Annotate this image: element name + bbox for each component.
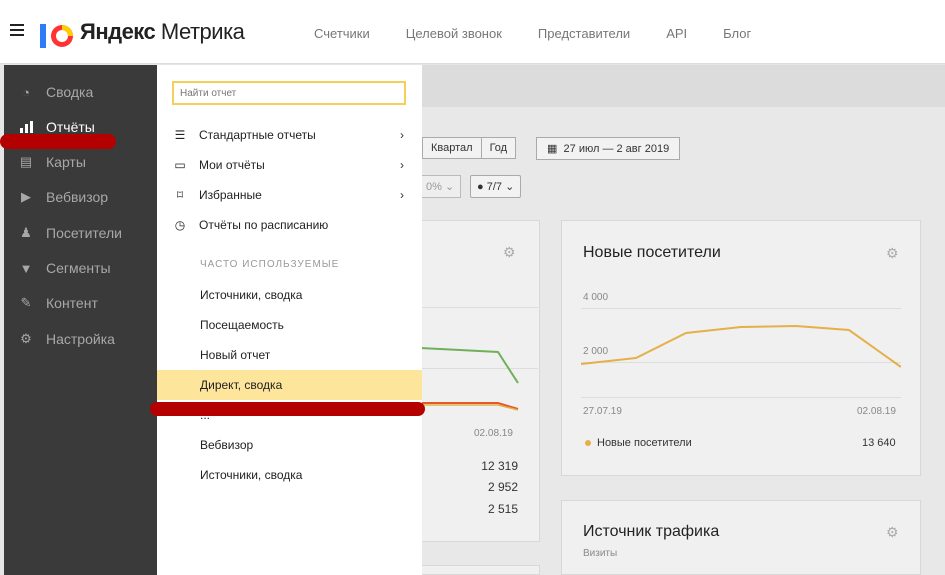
- map-icon: ▤: [19, 154, 33, 169]
- brand-title[interactable]: Яндекс Метрика: [80, 19, 245, 45]
- card-settings-gear-icon[interactable]: ⚙: [503, 245, 517, 259]
- list-icon: ☰: [174, 128, 186, 142]
- sidebar-item-settings[interactable]: ⚙ Настройка: [4, 326, 157, 352]
- sidebar-item-segments[interactable]: ▼ Сегменты: [4, 255, 157, 281]
- report-search-input[interactable]: [172, 81, 406, 105]
- nav-blog[interactable]: Блог: [723, 26, 751, 41]
- date-range-button[interactable]: ▦ 27 июл — 2 авг 2019: [536, 137, 681, 160]
- sidebar-item-visitors[interactable]: ♟ Посетители: [4, 220, 157, 246]
- frequent-item[interactable]: Источники, сводка: [157, 460, 422, 490]
- card-settings-gear-icon[interactable]: ⚙: [886, 525, 900, 539]
- gear-icon: ⚙: [20, 331, 32, 346]
- chevron-right-icon: ›: [400, 188, 404, 202]
- annotation-underline: [150, 402, 425, 416]
- chat-bubble-icon: ●: [477, 181, 484, 193]
- frequent-section-header: ЧАСТО ИСПОЛЬЗУЕМЫЕ: [200, 259, 340, 270]
- bar-chart-icon: [18, 119, 34, 135]
- card1-value: 2 952: [487, 480, 518, 494]
- legend-dot: [585, 440, 591, 446]
- top-bar: Яндекс Метрика Счетчики Целевой звонок П…: [0, 0, 945, 64]
- legend-label: Новые посетители: [597, 437, 692, 449]
- nav-call-target[interactable]: Целевой звонок: [406, 26, 502, 41]
- sidebar-item-summary[interactable]: ◔ Сводка: [4, 79, 157, 105]
- frequent-item[interactable]: Посещаемость: [157, 310, 422, 340]
- card1-date-label: 02.08.19: [474, 428, 513, 439]
- clock-icon: ◷: [174, 218, 186, 232]
- calendar-icon: ▦: [547, 143, 558, 155]
- menu-standard-reports[interactable]: ☰ Стандартные отчеты ›: [157, 120, 422, 150]
- sidebar-item-content[interactable]: ✎ Контент: [4, 290, 157, 316]
- new-visitors-line-chart: [581, 324, 901, 368]
- annotation-underline: [0, 134, 116, 149]
- menu-my-reports[interactable]: ▭ Мои отчёты ›: [157, 150, 422, 180]
- chevron-right-icon: ›: [400, 158, 404, 172]
- sampling-select[interactable]: 0% ⌄: [420, 175, 462, 198]
- top-navigation: Счетчики Целевой звонок Представители AP…: [314, 26, 787, 41]
- dashboard-icon: ◔: [22, 84, 30, 100]
- pencil-icon: ✎: [20, 295, 32, 310]
- frequent-item[interactable]: Источники, сводка: [157, 280, 422, 310]
- sidebar-item-maps[interactable]: ▤ Карты: [4, 149, 157, 175]
- menu-scheduled-reports[interactable]: ◷ Отчёты по расписанию: [157, 210, 422, 240]
- nav-counters[interactable]: Счетчики: [314, 26, 370, 41]
- card1-value: 12 319: [481, 459, 518, 473]
- gridline: [422, 307, 538, 308]
- sidebar-item-webvisor[interactable]: ▶ Вебвизор: [4, 184, 157, 210]
- metrika-logo-icon[interactable]: [38, 16, 74, 52]
- bookmark-icon: ⌑: [176, 188, 184, 202]
- period-selector: Квартал Год: [422, 137, 517, 159]
- frequent-item[interactable]: Новый отчет: [157, 340, 422, 370]
- period-quarter-button[interactable]: Квартал: [422, 137, 482, 159]
- card-title: Новые посетители: [583, 244, 721, 261]
- filter-icon: ▼: [19, 260, 33, 276]
- chevron-right-icon: ›: [400, 128, 404, 142]
- x-tick-label: 02.08.19: [857, 406, 896, 417]
- hamburger-menu-icon[interactable]: [10, 24, 24, 36]
- card-subtitle: Визиты: [583, 548, 618, 559]
- card1-value: 2 515: [487, 502, 518, 516]
- card-title: Источник трафика: [583, 523, 720, 540]
- card-partial: [420, 565, 540, 575]
- x-tick-label: 27.07.19: [583, 406, 622, 417]
- card-settings-gear-icon[interactable]: ⚙: [886, 246, 900, 260]
- frequent-item-highlighted[interactable]: Директ, сводка: [157, 370, 422, 400]
- legend-total: 13 640: [862, 437, 896, 449]
- nav-representatives[interactable]: Представители: [538, 26, 630, 41]
- frequent-item[interactable]: Вебвизор: [157, 430, 422, 460]
- person-icon: ♟: [20, 225, 32, 240]
- segment-select[interactable]: ● 7/7 ⌄: [470, 175, 522, 198]
- nav-api[interactable]: API: [666, 26, 687, 41]
- monitor-icon: ▭: [174, 158, 186, 172]
- menu-favorites[interactable]: ⌑ Избранные ›: [157, 180, 422, 210]
- period-year-button[interactable]: Год: [481, 137, 517, 159]
- visits-line-chart: [420, 347, 519, 411]
- play-icon: ▶: [21, 189, 31, 204]
